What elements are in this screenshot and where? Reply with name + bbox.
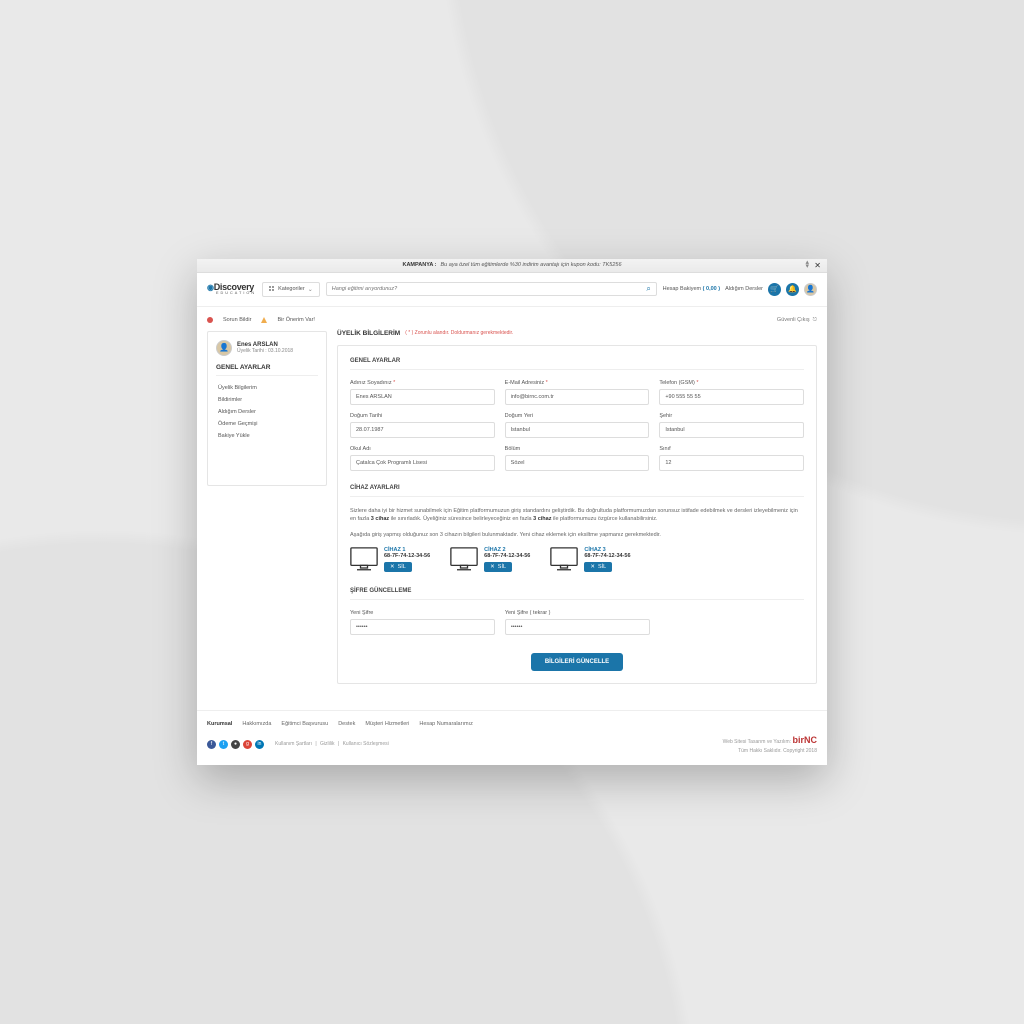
sidebar-item-notifications[interactable]: Bildirimler xyxy=(216,394,318,406)
page-title: ÜYELİK BİLGİLERİM xyxy=(337,330,400,337)
new-password-confirm-field[interactable] xyxy=(505,619,650,635)
promo-banner: KAMPANYA : Bu aya özel tüm eğitimlerde %… xyxy=(197,259,827,273)
categories-label: Kategoriler xyxy=(278,286,305,292)
device-mac: 68-7F-74-12-34-56 xyxy=(384,553,430,559)
suggest-link[interactable]: Bir Önerim Var! xyxy=(277,317,315,323)
submit-button[interactable]: BİLGİLERİ GÜNCELLE xyxy=(531,653,623,671)
sidebar-item-topup[interactable]: Bakiye Yükle xyxy=(216,430,318,442)
sidebar-item-membership[interactable]: Üyelik Bilgilerim xyxy=(216,382,318,394)
sidebar-item-payments[interactable]: Ödeme Geçmişi xyxy=(216,418,318,430)
required-note: ( * ) Zorunlu alandır. Doldurmanız gerek… xyxy=(405,330,513,336)
x-icon: ✕ xyxy=(390,564,395,570)
facebook-icon[interactable]: f xyxy=(207,740,216,749)
device-mac: 68-7F-74-12-34-56 xyxy=(484,553,530,559)
twitter-icon[interactable]: t xyxy=(219,740,228,749)
close-icon[interactable]: ✕ xyxy=(814,261,821,270)
monitor-icon xyxy=(450,547,478,574)
grade-field[interactable] xyxy=(659,455,804,471)
monitor-icon xyxy=(550,547,578,574)
app-window: KAMPANYA : Bu aya özel tüm eğitimlerde %… xyxy=(197,259,827,766)
google-icon[interactable]: g xyxy=(243,740,252,749)
brand-logo[interactable]: birNC xyxy=(793,735,818,745)
banner-pager[interactable]: ▴ ▾ xyxy=(805,261,809,269)
name-field[interactable] xyxy=(350,389,495,405)
logout-icon: ⎋ xyxy=(813,317,817,324)
device-text-2: Aşağıda giriş yapmış olduğunuz son 3 cih… xyxy=(350,531,804,539)
search-input[interactable] xyxy=(327,286,642,292)
device-delete-button[interactable]: ✕SİL xyxy=(484,562,512,572)
avatar[interactable]: 👤 xyxy=(804,283,817,296)
phone-field[interactable] xyxy=(659,389,804,405)
footer-link[interactable]: Kurumsal xyxy=(207,721,232,727)
footer-link[interactable]: Hesap Numaralarımız xyxy=(419,721,473,727)
cart-icon[interactable]: 🛒 xyxy=(768,283,781,296)
email-field[interactable] xyxy=(505,389,650,405)
device-card: CİHAZ 2 68-7F-74-12-34-56 ✕SİL xyxy=(450,547,530,574)
x-icon: ✕ xyxy=(590,564,595,570)
device-card: CİHAZ 3 68-7F-74-12-34-56 ✕SİL xyxy=(550,547,630,574)
sidebar-item-courses[interactable]: Aldığım Dersler xyxy=(216,406,318,418)
promo-text: Bu aya özel tüm eğitimlerde %30 indirim … xyxy=(441,262,622,268)
chevron-down-icon: ▾ xyxy=(805,265,809,269)
footer: Kurumsal Hakkımızda Eğitimci Başvurusu D… xyxy=(197,710,827,765)
alert-icon xyxy=(207,317,213,323)
logo[interactable]: ◉Discovery EDUCATION xyxy=(207,283,256,296)
device-delete-button[interactable]: ✕SİL xyxy=(584,562,612,572)
device-delete-button[interactable]: ✕SİL xyxy=(384,562,412,572)
device-card: CİHAZ 1 68-7F-74-12-34-56 ✕SİL xyxy=(350,547,430,574)
sidebar-title: GENEL AYARLAR xyxy=(216,364,318,376)
bell-icon[interactable]: 🔔 xyxy=(786,283,799,296)
birthdate-field[interactable] xyxy=(350,422,495,438)
footer-link[interactable]: Eğitimci Başvurusu xyxy=(281,721,328,727)
device-mac: 68-7F-74-12-34-56 xyxy=(584,553,630,559)
chevron-down-icon: ⌄ xyxy=(308,286,313,293)
grid-icon xyxy=(269,286,275,292)
section-devices: CİHAZ AYARLARI xyxy=(350,485,804,497)
logo-subtext: EDUCATION xyxy=(207,292,256,296)
balance-link[interactable]: Hesap Bakiyem ( 0,00 ) xyxy=(663,286,721,292)
section-password: ŞİFRE GÜNCELLEME xyxy=(350,588,804,600)
city-field[interactable] xyxy=(659,422,804,438)
search-box: ⌕ xyxy=(326,282,657,296)
courses-link[interactable]: Aldığım Dersler xyxy=(725,286,763,292)
linkedin-icon[interactable]: in xyxy=(255,740,264,749)
main-card: GENEL AYARLAR Adınız Soyadınız * E-Mail … xyxy=(337,345,817,684)
school-field[interactable] xyxy=(350,455,495,471)
copyright: Tüm Hakkı Saklıdır. Copyright 2018 xyxy=(723,747,817,755)
birthplace-field[interactable] xyxy=(505,422,650,438)
categories-button[interactable]: Kategoriler ⌄ xyxy=(262,282,320,297)
department-field[interactable] xyxy=(505,455,650,471)
section-general: GENEL AYARLAR xyxy=(350,358,804,370)
new-password-field[interactable] xyxy=(350,619,495,635)
social-icon[interactable]: ● xyxy=(231,740,240,749)
footer-link[interactable]: Müşteri Hizmetleri xyxy=(365,721,409,727)
globe-icon: ◉ xyxy=(207,283,214,292)
search-icon[interactable]: ⌕ xyxy=(642,284,656,294)
warning-icon xyxy=(261,317,267,323)
user-date: Üyelik Tarihi : 03.10.2018 xyxy=(237,348,293,354)
secure-logout[interactable]: Güvenli Çıkış ⎋ xyxy=(337,317,817,324)
device-text-1: Sizlere daha iyi bir hizmet sunabilmek i… xyxy=(350,507,804,524)
promo-label: KAMPANYA : xyxy=(402,262,436,268)
footer-link[interactable]: Hakkımızda xyxy=(242,721,271,727)
monitor-icon xyxy=(350,547,378,574)
header: ◉Discovery EDUCATION Kategoriler ⌄ ⌕ Hes… xyxy=(197,273,827,307)
x-icon: ✕ xyxy=(490,564,495,570)
avatar: 👤 xyxy=(216,340,232,356)
legal-links: Kullanım Şartları | Gizlilik | Kullanıcı… xyxy=(273,741,391,747)
sidebar-card: 👤 Enes ARSLAN Üyelik Tarihi : 03.10.2018… xyxy=(207,331,327,486)
report-link[interactable]: Sorun Bildir xyxy=(223,317,251,323)
footer-link[interactable]: Destek xyxy=(338,721,355,727)
